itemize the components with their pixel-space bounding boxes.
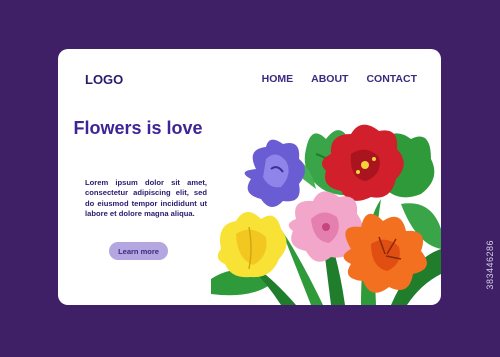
purple-iris [244, 139, 305, 208]
hero-headline: Flowers is love [73, 118, 203, 138]
nav-about[interactable]: ABOUT [311, 73, 348, 85]
logo[interactable]: LOGO [85, 72, 123, 87]
yellow-tulip [217, 211, 287, 278]
nav-home[interactable]: HOME [262, 73, 294, 85]
flower-bouquet-illustration [211, 124, 441, 305]
main-nav: HOME ABOUT CONTACT [262, 73, 417, 85]
learn-more-button[interactable]: Learn more [109, 242, 168, 260]
watermark-id: 383446286 [485, 240, 495, 290]
landing-card: LOGO HOME ABOUT CONTACT Flowers is love … [58, 49, 441, 305]
hero-description: Lorem ipsum dolor sit amet, consectetur … [85, 178, 207, 218]
nav-contact[interactable]: CONTACT [366, 73, 417, 85]
